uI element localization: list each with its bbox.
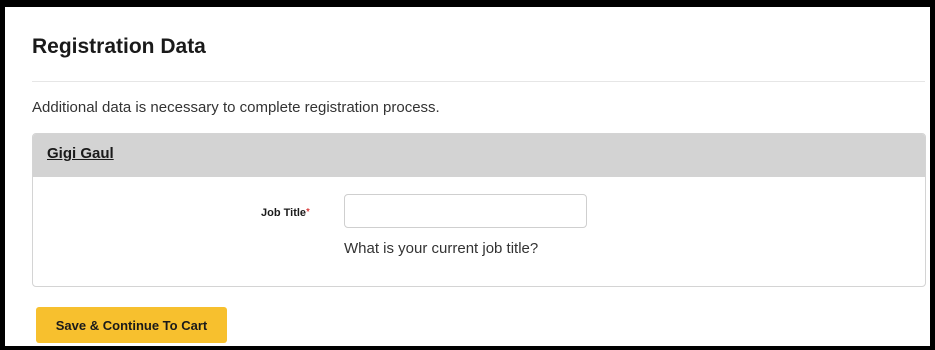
attendee-card: Gigi Gaul Job Title* What is your curren… (32, 133, 926, 287)
page-frame: Registration Data Additional data is nec… (0, 0, 935, 350)
required-marker: * (306, 207, 310, 218)
intro-text: Additional data is necessary to complete… (32, 99, 440, 116)
title-divider (32, 81, 925, 82)
page-title: Registration Data (32, 35, 206, 58)
save-continue-button[interactable]: Save & Continue To Cart (36, 307, 227, 343)
job-title-help-text: What is your current job title? (344, 240, 539, 257)
attendee-name-link[interactable]: Gigi Gaul (47, 145, 114, 162)
attendee-card-header: Gigi Gaul (33, 134, 925, 177)
job-title-label-text: Job Title (261, 207, 307, 219)
job-title-input[interactable] (344, 194, 587, 228)
job-title-label: Job Title* (261, 207, 310, 219)
